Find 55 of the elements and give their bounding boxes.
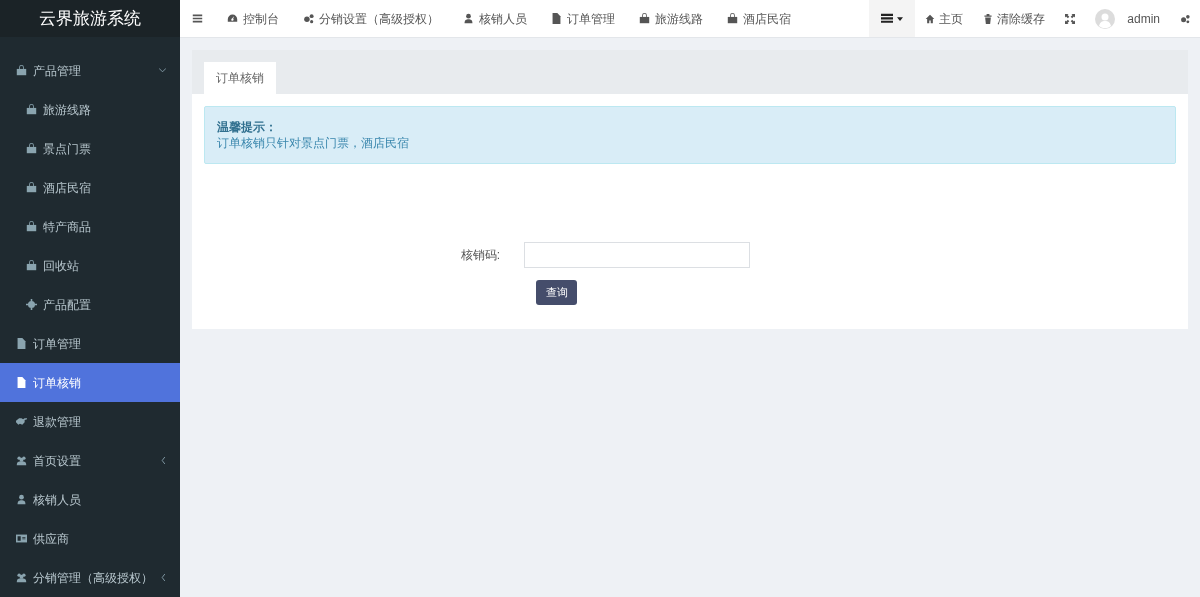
user-menu[interactable]: admin bbox=[1085, 0, 1170, 37]
bag-icon bbox=[26, 104, 37, 115]
sidebar-item[interactable]: 酒店民宿 bbox=[0, 168, 180, 207]
sidebar-item[interactable]: 核销人员 bbox=[0, 480, 180, 519]
nav-link[interactable]: 主页 bbox=[915, 0, 974, 37]
sidebar-item[interactable]: 分销管理（高级授权） bbox=[0, 558, 180, 597]
sidebar-item[interactable]: 退款管理 bbox=[0, 402, 180, 441]
gauge-icon bbox=[227, 13, 238, 24]
list-icon bbox=[881, 12, 894, 25]
alert-title: 温馨提示： bbox=[217, 119, 278, 135]
sidebar-item[interactable]: 订单管理 bbox=[0, 324, 180, 363]
bag-icon bbox=[26, 260, 37, 271]
gears-icon bbox=[303, 13, 314, 24]
nav-link[interactable]: 核销人员 bbox=[451, 0, 539, 37]
nav-link[interactable]: 清除缓存 bbox=[973, 0, 1056, 37]
bag-icon bbox=[16, 65, 27, 76]
menu-icon bbox=[192, 13, 203, 24]
nav-link[interactable]: 控制台 bbox=[215, 0, 291, 37]
sidebar-item[interactable]: 订单核销 bbox=[0, 363, 180, 402]
sidebar-item[interactable]: 首页设置 bbox=[0, 441, 180, 480]
nav-link[interactable]: 旅游线路 bbox=[627, 0, 715, 37]
nav-link[interactable]: 订单管理 bbox=[539, 0, 627, 37]
caret-icon bbox=[897, 16, 904, 21]
sidebar-item[interactable]: 景点门票 bbox=[0, 129, 180, 168]
avatar-icon bbox=[1095, 8, 1116, 29]
sidebar-item[interactable]: 回收站 bbox=[0, 246, 180, 285]
bag-icon bbox=[26, 221, 37, 232]
file-icon bbox=[551, 13, 562, 24]
sidebar-item[interactable]: 旅游线路 bbox=[0, 90, 180, 129]
file-icon bbox=[16, 338, 27, 349]
bag-icon bbox=[26, 143, 37, 154]
bag-icon bbox=[727, 13, 738, 24]
app-title: 云界旅游系统 bbox=[39, 7, 141, 30]
user-icon bbox=[463, 13, 474, 24]
verification-code-input[interactable] bbox=[524, 242, 750, 268]
bag-icon bbox=[26, 182, 37, 193]
trash-icon bbox=[983, 13, 994, 24]
menu-dropdown[interactable] bbox=[869, 0, 916, 37]
file-icon bbox=[16, 377, 27, 388]
query-button[interactable]: 查询 bbox=[536, 280, 577, 305]
tab[interactable]: 订单核销 bbox=[204, 62, 276, 94]
expand-icon bbox=[1065, 13, 1076, 24]
sidebar-item[interactable]: 产品配置 bbox=[0, 285, 180, 324]
id-card-icon bbox=[16, 533, 27, 544]
field-label: 核销码: bbox=[459, 247, 501, 264]
sidebar-item[interactable]: 特产商品 bbox=[0, 207, 180, 246]
home-icon bbox=[925, 13, 936, 24]
user-icon bbox=[16, 494, 27, 505]
alert-text: 订单核销只针对景点门票，酒店民宿 bbox=[217, 135, 410, 151]
sidebar-item[interactable]: 产品管理 bbox=[0, 51, 180, 90]
sidebar-item[interactable]: 供应商 bbox=[0, 519, 180, 558]
bag-icon bbox=[639, 13, 650, 24]
gears-icon bbox=[1180, 13, 1190, 24]
nav-link[interactable]: 酒店民宿 bbox=[715, 0, 803, 37]
nav-link[interactable]: 分销设置（高级授权） bbox=[291, 0, 451, 37]
